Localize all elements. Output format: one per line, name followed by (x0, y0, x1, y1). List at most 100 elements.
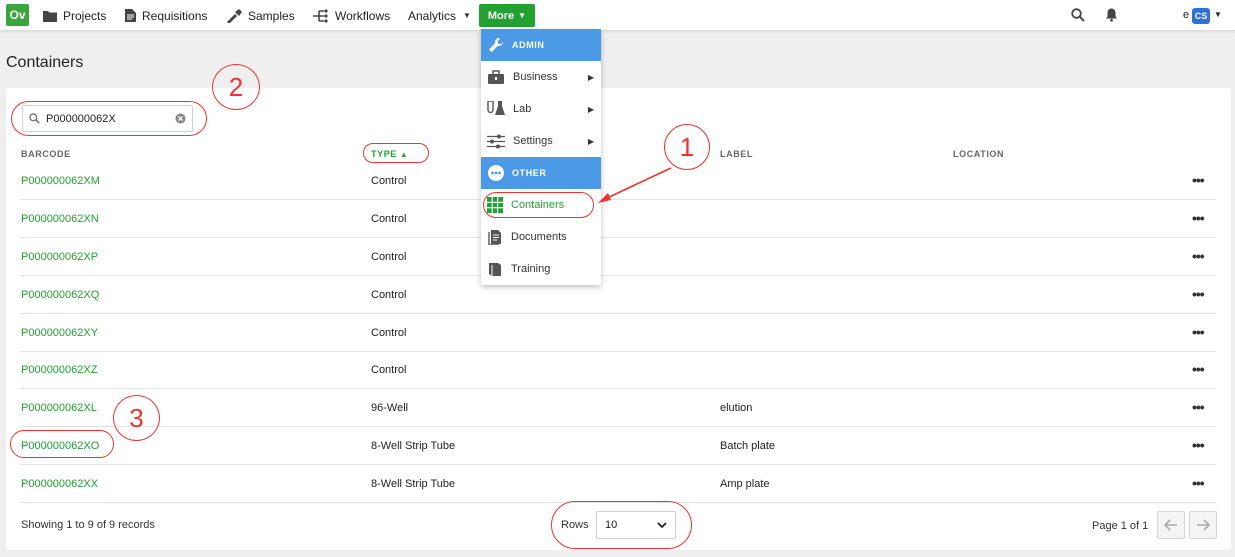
prev-page-button[interactable] (1157, 511, 1185, 539)
book-icon (489, 263, 501, 276)
table-row[interactable]: P000000062XN Control ••• (20, 200, 1216, 238)
annotation-number-3: 3 (113, 395, 160, 441)
table-row[interactable]: P000000062XP Control ••• (20, 238, 1216, 276)
menu-item-training[interactable]: Training (481, 253, 601, 285)
menu-section-admin: ADMIN (481, 29, 601, 61)
type-cell: 8-Well Strip Tube (371, 440, 456, 452)
bell-icon[interactable] (1105, 8, 1118, 22)
next-page-button[interactable] (1189, 511, 1217, 539)
barcode-link[interactable]: P000000062XM (21, 162, 100, 200)
menu-item-business[interactable]: Business ▶ (481, 61, 601, 93)
arrow-right-icon (1197, 519, 1210, 531)
more-button[interactable]: More ▼ (479, 4, 535, 27)
row-actions-icon[interactable]: ••• (1192, 211, 1205, 225)
caret-down-icon: ▼ (518, 11, 527, 20)
table-row[interactable]: P000000062XZ Control ••• (20, 351, 1216, 389)
user-name-fragment: e (1183, 9, 1190, 21)
barcode-link[interactable]: P000000062XQ (21, 276, 99, 314)
annotation-rows-highlight (551, 501, 692, 549)
annotation-number-1: 1 (664, 124, 710, 170)
barcode-link[interactable]: P000000062XY (21, 314, 98, 352)
column-header-location[interactable]: LOCATION (953, 149, 1004, 159)
menu-item-lab[interactable]: Lab ▶ (481, 93, 601, 125)
type-cell: Control (371, 327, 407, 339)
more-dropdown-menu: ADMIN Business ▶ Lab ▶ Settings ▶ OTHER … (481, 29, 601, 285)
barcode-link[interactable]: P000000062XX (21, 465, 98, 503)
document-icon (125, 9, 136, 22)
annotation-barcode-highlight (10, 430, 114, 458)
table-row[interactable]: P000000062XQ Control ••• (20, 276, 1216, 314)
row-actions-icon[interactable]: ••• (1192, 476, 1205, 490)
workflow-icon (313, 8, 328, 23)
app-logo[interactable]: Ov (6, 4, 29, 26)
nav-analytics[interactable]: Analytics ▼ (408, 0, 471, 31)
menu-section-other: OTHER (481, 157, 601, 189)
submenu-arrow-icon: ▶ (587, 137, 594, 146)
barcode-link[interactable]: P000000062XZ (21, 351, 97, 389)
row-actions-icon[interactable]: ••• (1192, 173, 1205, 187)
row-actions-icon[interactable]: ••• (1192, 362, 1205, 376)
row-actions-icon[interactable]: ••• (1192, 400, 1205, 414)
user-menu-chevron-icon[interactable]: ▼ (1214, 10, 1222, 19)
flask-icon (487, 101, 505, 115)
nav-requisitions[interactable]: Requisitions (125, 0, 207, 31)
row-actions-icon[interactable]: ••• (1192, 438, 1205, 452)
submenu-arrow-icon: ▶ (587, 73, 594, 82)
annotation-type-highlight (363, 143, 429, 163)
annotation-search-highlight (11, 101, 207, 136)
more-button-label: More (487, 9, 515, 22)
menu-item-settings[interactable]: Settings ▶ (481, 125, 601, 157)
briefcase-icon (488, 69, 504, 84)
table-row[interactable]: P000000062XO 8-Well Strip Tube Batch pla… (20, 427, 1216, 465)
row-actions-icon[interactable]: ••• (1192, 325, 1205, 339)
nav-projects-label: Projects (63, 8, 107, 23)
column-header-barcode[interactable]: BARCODE (21, 149, 71, 159)
search-icon[interactable] (1071, 8, 1085, 22)
menu-item-documents-label: Documents (511, 231, 567, 243)
pipette-icon (227, 8, 242, 23)
type-cell: Control (371, 364, 407, 376)
sliders-icon (487, 134, 505, 148)
user-avatar[interactable]: CS (1192, 8, 1210, 24)
label-cell: Amp plate (720, 478, 770, 490)
top-navbar: Ov Projects Requisitions Samples Workflo… (0, 0, 1235, 31)
annotation-arrow (598, 167, 672, 203)
annotation-number-2: 2 (212, 64, 260, 110)
type-cell: Control (371, 251, 407, 263)
row-actions-icon[interactable]: ••• (1192, 287, 1205, 301)
column-header-label[interactable]: LABEL (720, 149, 753, 159)
submenu-arrow-icon: ▶ (587, 105, 594, 114)
row-actions-icon[interactable]: ••• (1192, 249, 1205, 263)
type-cell: Control (371, 289, 407, 301)
menu-item-settings-label: Settings (513, 135, 553, 147)
menu-item-lab-label: Lab (513, 103, 532, 115)
documents-icon (488, 230, 501, 245)
nav-samples[interactable]: Samples (226, 0, 295, 31)
nav-requisitions-label: Requisitions (142, 8, 208, 23)
type-cell: 96-Well (371, 402, 409, 414)
records-count: Showing 1 to 9 of 9 records (21, 519, 155, 531)
nav-projects[interactable]: Projects (43, 0, 106, 31)
folder-icon (43, 10, 57, 22)
barcode-link[interactable]: P000000062XP (21, 238, 98, 276)
menu-item-documents[interactable]: Documents (481, 221, 601, 253)
wrench-icon (489, 38, 503, 52)
label-cell: elution (720, 402, 753, 414)
barcode-link[interactable]: P000000062XN (21, 200, 99, 238)
arrow-left-icon (1164, 519, 1177, 531)
type-cell: Control (371, 213, 407, 225)
annotation-containers-highlight (483, 192, 594, 218)
chevron-down-icon: ▼ (463, 11, 471, 20)
type-cell: 8-Well Strip Tube (371, 478, 456, 490)
more-circle-icon (488, 165, 504, 181)
nav-samples-label: Samples (248, 8, 295, 23)
nav-workflows[interactable]: Workflows (313, 0, 390, 31)
nav-analytics-label: Analytics (408, 8, 457, 23)
table-row[interactable]: P000000062XL 96-Well elution ••• (20, 389, 1216, 427)
barcode-link[interactable]: P000000062XL (21, 389, 97, 427)
table-row[interactable]: P000000062XY Control ••• (20, 314, 1216, 352)
type-cell: Control (371, 175, 407, 187)
page-info: Page 1 of 1 (1092, 520, 1149, 532)
menu-section-other-label: OTHER (512, 168, 547, 178)
table-row[interactable]: P000000062XX 8-Well Strip Tube Amp plate… (20, 465, 1216, 503)
